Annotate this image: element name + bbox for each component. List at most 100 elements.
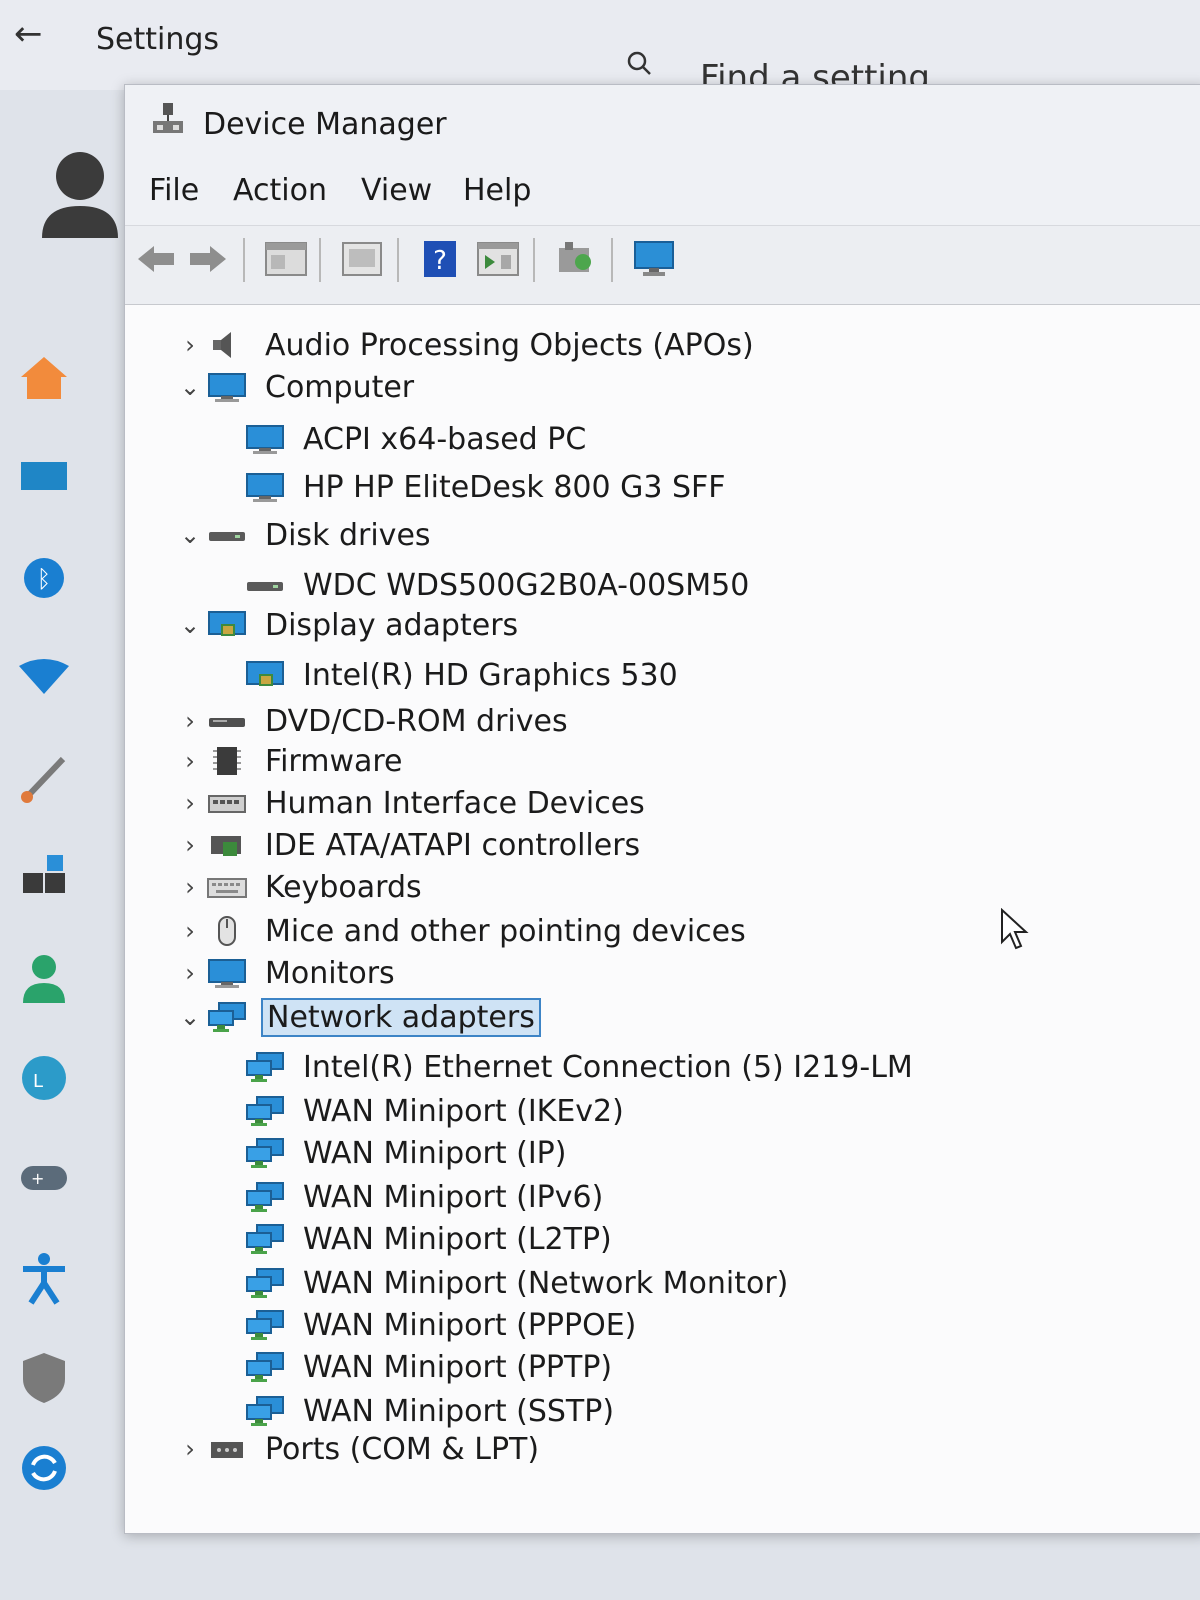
chevron-right-icon[interactable]: › xyxy=(173,747,207,775)
tree-device[interactable]: WAN Miniport (PPTP) xyxy=(245,1347,616,1387)
tree-category[interactable]: › Human Interface Devices xyxy=(173,783,649,823)
tree-category[interactable]: › Ports (COM & LPT) xyxy=(173,1429,543,1469)
device-tree[interactable]: › Audio Processing Objects (APOs) ⌄ Compute… xyxy=(125,305,1200,1533)
tree-item-label: Network adapters xyxy=(261,997,541,1037)
network-icon xyxy=(245,1310,285,1340)
network-icon xyxy=(245,1138,285,1168)
accessibility-icon[interactable] xyxy=(14,1250,74,1306)
menu-view[interactable]: View xyxy=(361,173,432,208)
tree-device[interactable]: WAN Miniport (L2TP) xyxy=(245,1219,616,1259)
toolbar: ? xyxy=(125,225,1200,305)
properties-icon[interactable] xyxy=(263,236,309,282)
display-monitor-icon[interactable] xyxy=(631,236,677,282)
disk-icon xyxy=(207,520,247,550)
network-icon xyxy=(245,1182,285,1212)
toolbar-separator xyxy=(533,238,535,282)
device-manager-window: Device Manager File Action View Help ? ›… xyxy=(124,84,1200,1534)
chevron-right-icon[interactable]: › xyxy=(173,1435,207,1463)
svg-text:+: + xyxy=(31,1169,44,1188)
tree-category[interactable]: ⌄ Computer xyxy=(173,367,418,407)
scan-hardware-icon[interactable] xyxy=(553,236,599,282)
apps-icon[interactable] xyxy=(14,850,74,906)
tree-category[interactable]: › Mice and other pointing devices xyxy=(173,911,750,951)
time-language-icon[interactable]: L xyxy=(14,1050,74,1106)
tree-device[interactable]: WDC WDS500G2B0A-00SM50 xyxy=(245,565,753,605)
tree-device[interactable]: Intel(R) Ethernet Connection (5) I219-LM xyxy=(245,1047,917,1087)
tree-item-label: WAN Miniport (PPPOE) xyxy=(303,1307,637,1343)
chevron-right-icon[interactable]: › xyxy=(173,789,207,817)
chevron-right-icon[interactable]: › xyxy=(173,331,207,359)
home-icon[interactable] xyxy=(14,350,74,406)
chevron-down-icon[interactable]: ⌄ xyxy=(173,521,207,549)
tree-device[interactable]: WAN Miniport (IPv6) xyxy=(245,1177,607,1217)
tree-item-label: WAN Miniport (Network Monitor) xyxy=(303,1265,789,1301)
tree-device[interactable]: HP HP EliteDesk 800 G3 SFF xyxy=(245,467,730,507)
tree-item-label: Human Interface Devices xyxy=(265,785,645,821)
tree-item-label: Ports (COM & LPT) xyxy=(265,1431,540,1467)
tree-item-label: WAN Miniport (IKEv2) xyxy=(303,1093,624,1129)
system-icon[interactable] xyxy=(14,450,74,506)
tree-category[interactable]: ⌄ Display adapters xyxy=(173,605,522,645)
chevron-down-icon[interactable]: ⌄ xyxy=(173,611,207,639)
chevron-down-icon[interactable]: ⌄ xyxy=(173,1003,207,1031)
tree-device[interactable]: ACPI x64-based PC xyxy=(245,419,590,459)
settings-header: ← Settings Find a setting xyxy=(0,0,1200,98)
toolbar-separator xyxy=(243,238,245,282)
tree-device[interactable]: WAN Miniport (SSTP) xyxy=(245,1391,618,1431)
show-hidden-icon[interactable] xyxy=(475,236,521,282)
forward-icon[interactable] xyxy=(185,236,231,282)
chevron-right-icon[interactable]: › xyxy=(173,959,207,987)
menu-action[interactable]: Action xyxy=(233,173,327,208)
disk-icon xyxy=(245,570,285,600)
avatar[interactable] xyxy=(42,148,118,238)
back-icon[interactable] xyxy=(133,236,179,282)
tree-category[interactable]: › IDE ATA/ATAPI controllers xyxy=(173,825,644,865)
network-icon xyxy=(245,1096,285,1126)
personalization-icon[interactable] xyxy=(14,750,74,806)
chevron-right-icon[interactable]: › xyxy=(173,707,207,735)
network-icon[interactable] xyxy=(14,650,74,706)
tree-device[interactable]: Intel(R) HD Graphics 530 xyxy=(245,655,682,695)
tree-category[interactable]: › Audio Processing Objects (APOs) xyxy=(173,325,758,365)
update-driver-icon[interactable] xyxy=(339,236,385,282)
back-arrow-icon[interactable]: ← xyxy=(14,14,43,54)
tree-device[interactable]: WAN Miniport (Network Monitor) xyxy=(245,1263,792,1303)
gaming-icon[interactable]: + xyxy=(14,1150,74,1206)
search-icon[interactable] xyxy=(626,50,652,76)
network-icon xyxy=(245,1396,285,1426)
computer-icon xyxy=(207,372,247,402)
accounts-icon[interactable] xyxy=(14,950,74,1006)
chevron-down-icon[interactable]: ⌄ xyxy=(173,373,207,401)
title-bar: Device Manager xyxy=(125,85,1200,165)
tree-category[interactable]: ⌄ Network adapters xyxy=(173,997,541,1037)
tree-device[interactable]: WAN Miniport (IP) xyxy=(245,1133,570,1173)
computer-icon xyxy=(245,472,285,502)
tree-item-label: WAN Miniport (SSTP) xyxy=(303,1393,615,1429)
tree-category[interactable]: › Keyboards xyxy=(173,867,426,907)
network-icon xyxy=(245,1352,285,1382)
firmware-icon xyxy=(207,746,247,776)
tree-category[interactable]: › DVD/CD-ROM drives xyxy=(173,701,572,741)
chevron-right-icon[interactable]: › xyxy=(173,917,207,945)
network-icon xyxy=(245,1224,285,1254)
display-adapter-icon xyxy=(245,660,285,690)
tree-category[interactable]: › Firmware xyxy=(173,741,407,781)
network-icon xyxy=(245,1052,285,1082)
tree-category[interactable]: › Monitors xyxy=(173,953,399,993)
svg-text:ᛒ: ᛒ xyxy=(37,565,51,593)
tree-item-label: Mice and other pointing devices xyxy=(265,913,746,949)
update-icon[interactable] xyxy=(14,1440,74,1496)
privacy-icon[interactable] xyxy=(14,1350,74,1406)
tree-device[interactable]: WAN Miniport (PPPOE) xyxy=(245,1305,640,1345)
bluetooth-icon[interactable]: ᛒ xyxy=(14,550,74,606)
chevron-right-icon[interactable]: › xyxy=(173,831,207,859)
chevron-right-icon[interactable]: › xyxy=(173,873,207,901)
help-icon[interactable]: ? xyxy=(417,236,463,282)
tree-category[interactable]: ⌄ Disk drives xyxy=(173,515,435,555)
menu-file[interactable]: File xyxy=(149,173,199,208)
mouse-cursor-icon xyxy=(1001,908,1029,950)
tree-device[interactable]: WAN Miniport (IKEv2) xyxy=(245,1091,628,1131)
menu-help[interactable]: Help xyxy=(463,173,531,208)
tree-item-label: ACPI x64-based PC xyxy=(303,421,587,457)
monitor-icon xyxy=(207,958,247,988)
